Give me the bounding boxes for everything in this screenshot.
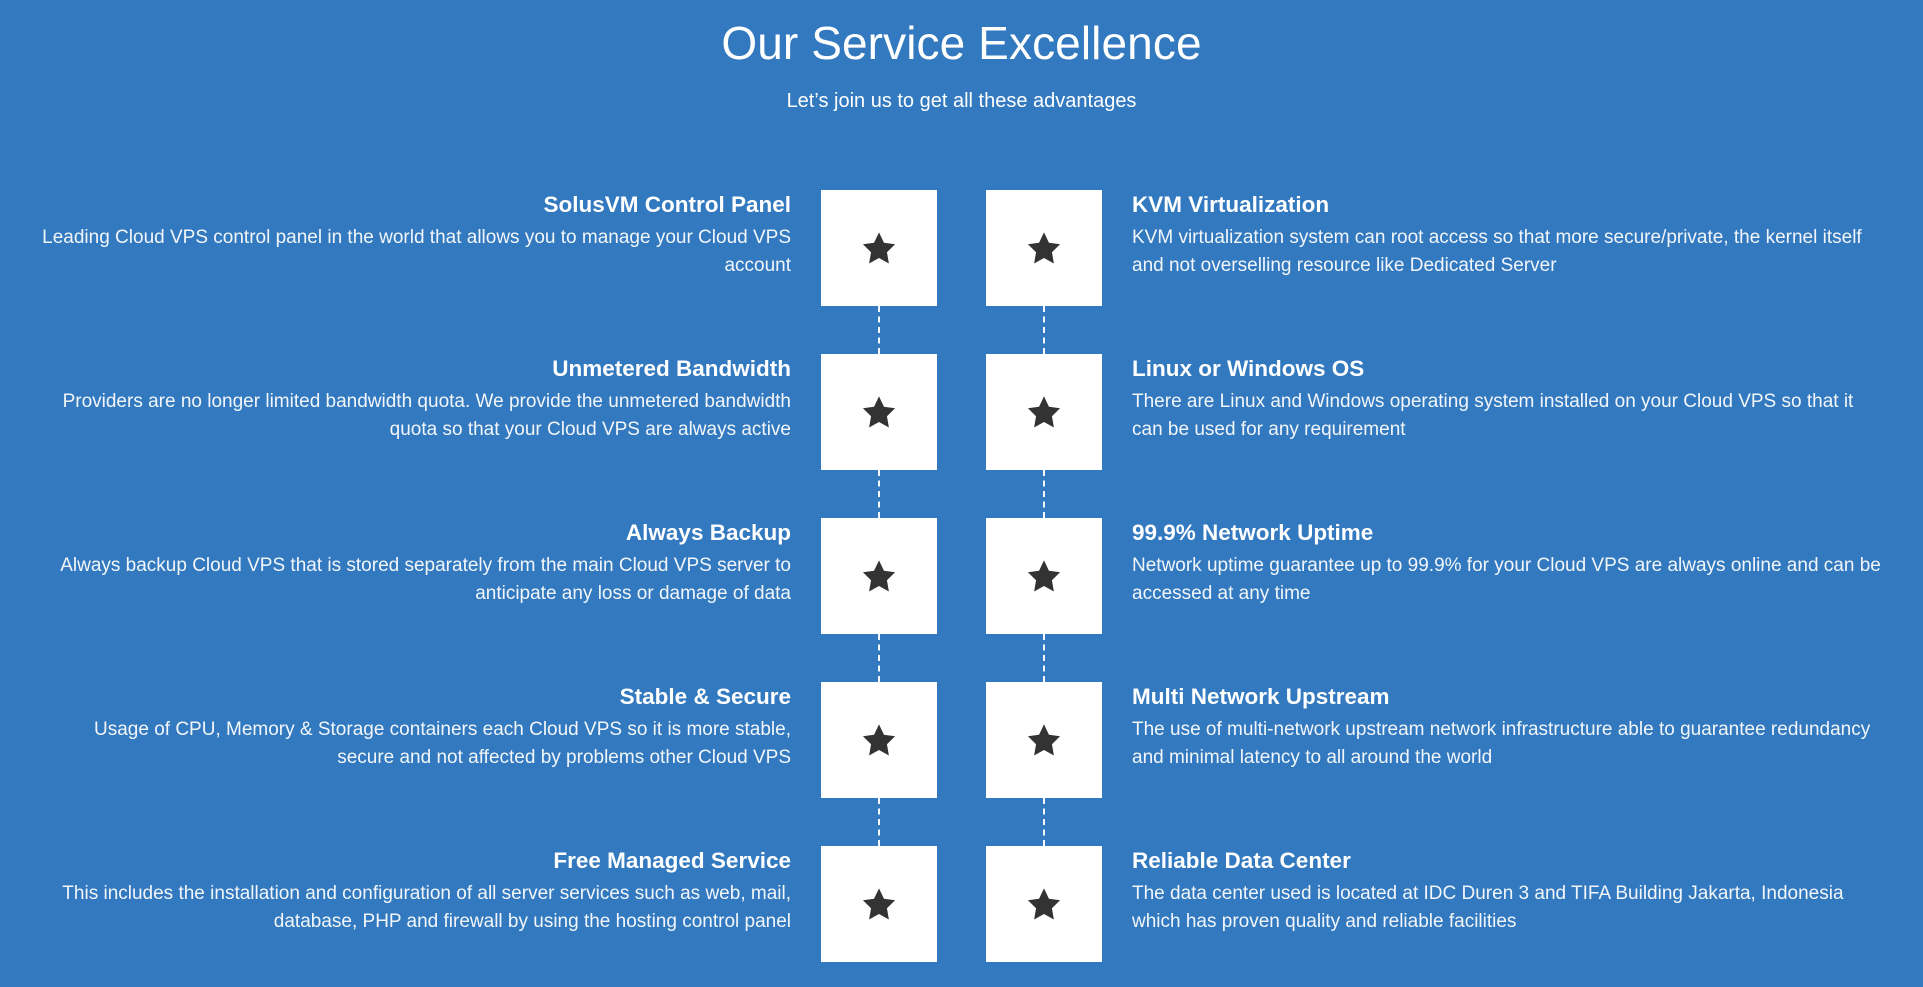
page-title: Our Service Excellence — [721, 17, 1202, 69]
feature-description: The use of multi-network upstream networ… — [1132, 719, 1871, 768]
feature-row: Free Managed Service This includes the i… — [0, 846, 1923, 962]
feature-title: Reliable Data Center — [1132, 848, 1351, 873]
features-grid: SolusVM Control Panel Leading Cloud VPS … — [0, 190, 1923, 962]
feature-icon-tile-right — [986, 682, 1102, 846]
feature-text-right: Reliable Data Center The data center use… — [1102, 846, 1882, 936]
feature-icon-tile-left — [821, 682, 937, 846]
star-icon — [1026, 722, 1062, 758]
connector-line-left — [878, 798, 880, 846]
feature-title: Free Managed Service — [553, 848, 791, 873]
feature-row: SolusVM Control Panel Leading Cloud VPS … — [0, 190, 1923, 354]
star-icon — [1026, 394, 1062, 430]
feature-description: There are Linux and Windows operating sy… — [1132, 391, 1854, 440]
feature-text-left: SolusVM Control Panel Leading Cloud VPS … — [41, 190, 821, 280]
feature-description: KVM virtualization system can root acces… — [1132, 227, 1862, 276]
star-icon — [861, 722, 897, 758]
feature-title: Multi Network Upstream — [1132, 684, 1390, 709]
feature-icon-tile-left — [821, 190, 937, 354]
feature-title: KVM Virtualization — [1132, 192, 1330, 217]
page-header: Our Service Excellence Let’s join us to … — [0, 0, 1923, 114]
feature-description: Leading Cloud VPS control panel in the w… — [42, 227, 791, 276]
connector-line-right — [1043, 306, 1045, 354]
feature-title: Linux or Windows OS — [1132, 356, 1365, 381]
connector-line-left — [878, 634, 880, 682]
connector-line-right — [1043, 634, 1045, 682]
feature-description: Always backup Cloud VPS that is stored s… — [60, 555, 791, 604]
feature-description: This includes the installation and confi… — [62, 883, 791, 932]
feature-text-right: Linux or Windows OS There are Linux and … — [1102, 354, 1882, 444]
star-icon — [861, 230, 897, 266]
feature-title: 99.9% Network Uptime — [1132, 520, 1374, 545]
feature-icon-tile-right — [986, 354, 1102, 518]
feature-row: Stable & Secure Usage of CPU, Memory & S… — [0, 682, 1923, 846]
feature-description: Usage of CPU, Memory & Storage container… — [94, 719, 791, 768]
connector-line-left — [878, 306, 880, 354]
feature-title: SolusVM Control Panel — [543, 192, 791, 217]
feature-title: Always Backup — [625, 520, 791, 545]
feature-icon-tile-left — [821, 354, 937, 518]
feature-text-left: Stable & Secure Usage of CPU, Memory & S… — [41, 682, 821, 772]
feature-icon-tile-right — [986, 846, 1102, 962]
connector-line-right — [1043, 470, 1045, 518]
feature-icon-tile-right — [986, 518, 1102, 682]
feature-title: Unmetered Bandwidth — [552, 356, 791, 381]
feature-icon-tile-right — [986, 190, 1102, 354]
star-icon — [861, 558, 897, 594]
connector-line-right — [1043, 798, 1045, 846]
page-subtitle: Let’s join us to get all these advantage… — [786, 90, 1137, 112]
star-icon — [861, 394, 897, 430]
feature-text-left: Free Managed Service This includes the i… — [41, 846, 821, 936]
feature-title: Stable & Secure — [619, 684, 791, 709]
star-icon — [1026, 886, 1062, 922]
feature-text-left: Always Backup Always backup Cloud VPS th… — [41, 518, 821, 608]
feature-text-left: Unmetered Bandwidth Providers are no lon… — [41, 354, 821, 444]
star-icon — [1026, 230, 1062, 266]
service-excellence-page: Our Service Excellence Let’s join us to … — [0, 0, 1923, 987]
feature-row: Always Backup Always backup Cloud VPS th… — [0, 518, 1923, 682]
feature-icon-tile-left — [821, 518, 937, 682]
feature-text-right: KVM Virtualization KVM virtualization sy… — [1102, 190, 1882, 280]
feature-description: Providers are no longer limited bandwidt… — [62, 391, 791, 440]
feature-text-right: Multi Network Upstream The use of multi-… — [1102, 682, 1882, 772]
feature-icon-tile-left — [821, 846, 937, 962]
feature-description: The data center used is located at IDC D… — [1132, 883, 1844, 932]
feature-row: Unmetered Bandwidth Providers are no lon… — [0, 354, 1923, 518]
feature-description: Network uptime guarantee up to 99.9% for… — [1132, 555, 1881, 604]
star-icon — [1026, 558, 1062, 594]
star-icon — [861, 886, 897, 922]
feature-text-right: 99.9% Network Uptime Network uptime guar… — [1102, 518, 1882, 608]
connector-line-left — [878, 470, 880, 518]
